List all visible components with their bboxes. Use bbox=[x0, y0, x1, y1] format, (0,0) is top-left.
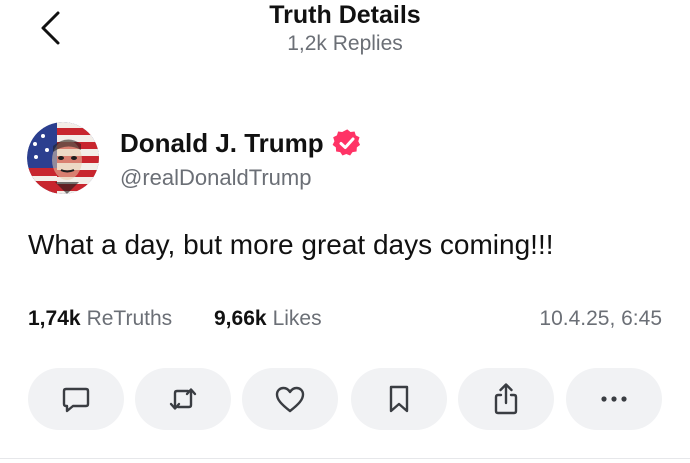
divider bbox=[0, 458, 690, 459]
more-icon bbox=[601, 396, 627, 402]
post-text: What a day, but more great days coming!!… bbox=[28, 229, 554, 260]
likes-stat[interactable]: 9,66k Likes bbox=[214, 304, 322, 334]
retruth-icon bbox=[169, 388, 197, 410]
likes-label: Likes bbox=[272, 307, 322, 330]
retruths-stat[interactable]: 1,74k ReTruths bbox=[28, 304, 172, 334]
display-name-row: Donald J. Trump bbox=[120, 126, 362, 160]
avatar-image bbox=[27, 122, 99, 194]
post-stats: 1,74k ReTruths 9,66k Likes 10.4.25, 6:45 bbox=[28, 304, 662, 334]
share-button[interactable] bbox=[458, 368, 554, 430]
post-author: Donald J. Trump @realDonaldTrump bbox=[27, 122, 627, 198]
replies-count: 1,2k Replies bbox=[287, 32, 403, 55]
likes-count: 9,66k bbox=[214, 307, 267, 330]
share-icon bbox=[494, 383, 518, 415]
retruths-count: 1,74k bbox=[28, 307, 81, 330]
retruth-button[interactable] bbox=[135, 368, 231, 430]
user-handle[interactable]: @realDonaldTrump bbox=[120, 164, 311, 192]
bookmark-icon bbox=[389, 385, 409, 413]
retruths-label: ReTruths bbox=[86, 307, 173, 330]
reply-icon bbox=[62, 387, 90, 413]
avatar[interactable] bbox=[27, 122, 99, 194]
more-button[interactable] bbox=[566, 368, 662, 430]
reply-button[interactable] bbox=[28, 368, 124, 430]
bookmark-button[interactable] bbox=[351, 368, 447, 430]
page-title: Truth Details bbox=[269, 1, 421, 29]
action-bar bbox=[28, 368, 662, 430]
heart-icon bbox=[275, 386, 305, 413]
display-name[interactable]: Donald J. Trump bbox=[120, 126, 324, 160]
verified-badge-icon bbox=[332, 129, 360, 156]
top-bar: Truth Details 1,2k Replies bbox=[0, 0, 690, 70]
post-timestamp: 10.4.25, 6:45 bbox=[539, 307, 662, 330]
like-button[interactable] bbox=[242, 368, 338, 430]
